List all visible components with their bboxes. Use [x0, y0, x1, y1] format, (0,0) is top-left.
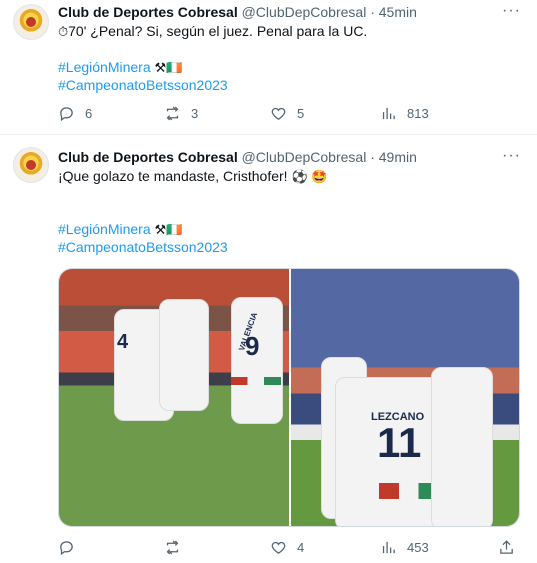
- view-count: 813: [407, 106, 429, 121]
- like-button[interactable]: 4: [270, 539, 304, 556]
- sash-stripe: [231, 377, 281, 385]
- photo-celebration-right[interactable]: LEZCANO 11: [291, 269, 519, 526]
- tweet-text: ¡Que golazo te mandaste, Cristhofer! ⚽ 🤩: [58, 166, 327, 187]
- separator: ·: [370, 149, 375, 165]
- hashtag-campeonato[interactable]: #CampeonatoBetsson2023: [58, 239, 228, 255]
- tweet-header: Club de Deportes Cobresal @ClubDepCobres…: [58, 4, 417, 20]
- hashtag-campeonato[interactable]: #CampeonatoBetsson2023: [58, 77, 228, 93]
- handle[interactable]: @ClubDepCobresal: [242, 4, 367, 20]
- tweet-text: ⏱70' ¿Penal? Si, según el juez. Penal pa…: [58, 21, 367, 42]
- share-button[interactable]: [498, 539, 515, 556]
- tweet-1[interactable]: Club de Deportes Cobresal @ClubDepCobres…: [0, 0, 537, 135]
- sash-stripe: [379, 483, 439, 499]
- tweet-2[interactable]: Club de Deportes Cobresal @ClubDepCobres…: [0, 135, 537, 563]
- like-button[interactable]: 5: [270, 105, 304, 122]
- player-figure: [159, 299, 209, 411]
- like-count: 4: [297, 540, 305, 555]
- jersey-number: 4: [117, 331, 129, 353]
- avatar[interactable]: [13, 4, 49, 40]
- hashtag-emoji: ⚒🇮🇪: [154, 222, 183, 237]
- heart-icon: [271, 107, 286, 120]
- media-grid[interactable]: 4 VALENCIA 9 LEZCANO 11: [58, 268, 520, 527]
- retweet-count: 3: [191, 106, 199, 121]
- retweet-icon: [166, 106, 179, 121]
- more-options-icon[interactable]: ···: [502, 147, 521, 165]
- jersey-number: 9: [245, 331, 260, 361]
- reply-button[interactable]: 6: [58, 105, 92, 122]
- hashtag-legion-minera[interactable]: #LegiónMinera: [58, 59, 151, 75]
- view-count: 453: [407, 540, 429, 555]
- reply-icon: [60, 107, 73, 122]
- separator: ·: [370, 4, 375, 20]
- jersey-number: 11: [377, 419, 422, 466]
- hashtag-line-2: #CampeonatoBetsson2023: [58, 237, 228, 257]
- tweet-text-body: 70' ¿Penal? Si, según el juez. Penal par…: [68, 23, 368, 39]
- timestamp[interactable]: 49min: [379, 149, 417, 165]
- retweet-button[interactable]: [164, 539, 191, 556]
- player-figure: [431, 367, 493, 526]
- photo-celebration-left[interactable]: 4 VALENCIA 9: [59, 269, 289, 526]
- hashtag-legion-minera[interactable]: #LegiónMinera: [58, 221, 151, 237]
- tweet-actions: 4 453: [58, 539, 518, 559]
- bar-chart-icon: [382, 541, 395, 554]
- timestamp[interactable]: 45min: [379, 4, 417, 20]
- tweet-header: Club de Deportes Cobresal @ClubDepCobres…: [58, 149, 417, 165]
- share-icon: [500, 540, 513, 554]
- handle[interactable]: @ClubDepCobresal: [242, 149, 367, 165]
- display-name[interactable]: Club de Deportes Cobresal: [58, 149, 238, 165]
- reply-count: 6: [85, 106, 93, 121]
- soccer-ball-icon: ⚽ 🤩: [291, 169, 328, 184]
- more-options-icon[interactable]: ···: [502, 2, 521, 20]
- like-count: 5: [297, 106, 305, 121]
- views-button[interactable]: 453: [380, 539, 429, 556]
- stopwatch-icon: ⏱: [58, 24, 69, 39]
- retweet-button[interactable]: 3: [164, 105, 198, 122]
- hashtag-line-2: #CampeonatoBetsson2023: [58, 75, 228, 95]
- retweet-icon: [166, 540, 179, 555]
- hashtag-emoji: ⚒🇮🇪: [154, 60, 183, 75]
- heart-icon: [271, 541, 286, 554]
- reply-icon: [60, 541, 73, 556]
- display-name[interactable]: Club de Deportes Cobresal: [58, 4, 238, 20]
- bar-chart-icon: [382, 107, 395, 120]
- tweet-actions: 6 3 5 813: [58, 105, 518, 125]
- avatar[interactable]: [13, 147, 49, 183]
- reply-button[interactable]: [58, 539, 85, 556]
- views-button[interactable]: 813: [380, 105, 429, 122]
- tweet-text-body: ¡Que golazo te mandaste, Cristhofer!: [58, 168, 288, 184]
